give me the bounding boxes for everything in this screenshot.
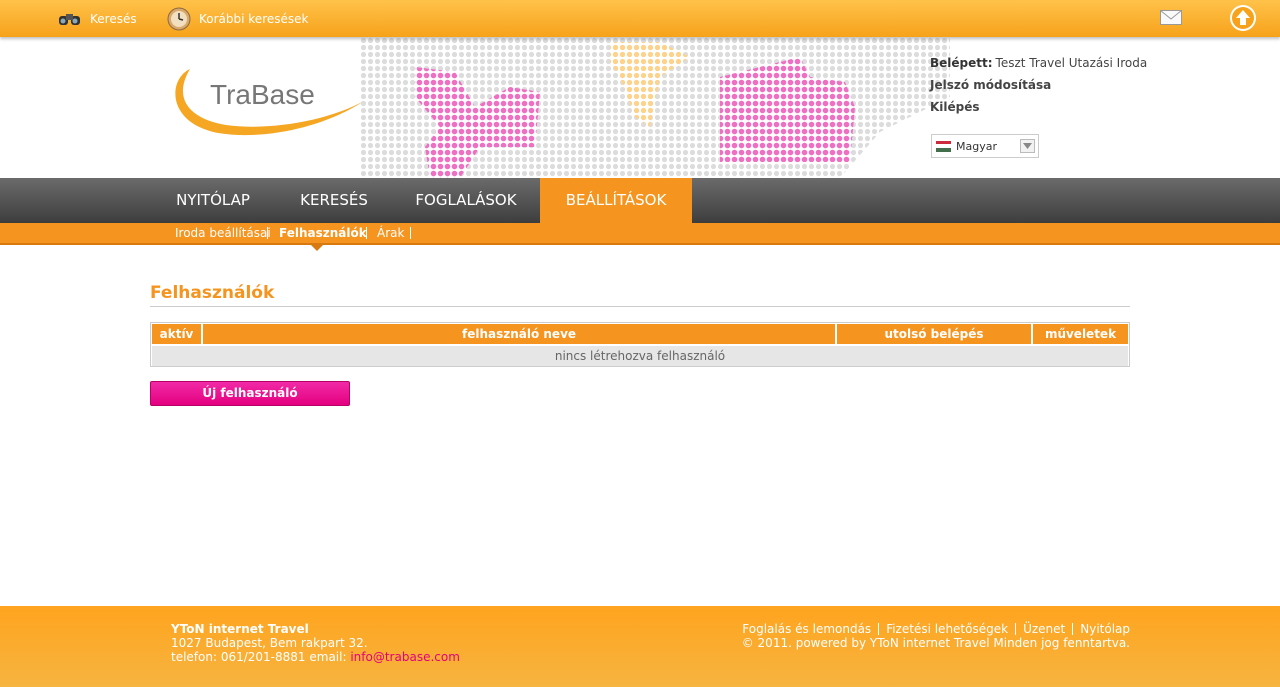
main-nav: NYITÓLAP KERESÉS FOGLALÁSOK BEÁLLÍTÁSOK bbox=[0, 178, 1280, 223]
language-select-value: Magyar bbox=[956, 139, 997, 153]
footer-link-payment-options[interactable]: Fizetési lehetőségek bbox=[886, 622, 1008, 636]
sub-nav: Iroda beállításai Felhasználók Árak bbox=[0, 223, 1280, 245]
footer-links-block: Foglalás és lemondás Fizetési lehetőségek… bbox=[742, 622, 1130, 650]
footer-copyright: © 2011. powered by YToN internet Travel … bbox=[741, 636, 1130, 650]
history-link-label: Korábbi keresések bbox=[199, 11, 309, 26]
nav-item-home[interactable]: NYITÓLAP bbox=[150, 178, 276, 223]
nav-item-search[interactable]: KERESÉS bbox=[276, 178, 392, 223]
footer-divider bbox=[1015, 623, 1017, 635]
language-select[interactable]: Magyar bbox=[931, 134, 1039, 158]
chevron-down-icon[interactable] bbox=[1020, 139, 1035, 153]
top-bar: Keresés Korábbi keresések bbox=[0, 0, 1280, 37]
nav-item-settings[interactable]: BEÁLLÍTÁSOK bbox=[540, 178, 692, 223]
footer-link-home[interactable]: Nyitólap bbox=[1080, 622, 1130, 636]
active-subnav-pointer bbox=[311, 245, 323, 251]
logged-in-name: Teszt Travel Utazási Iroda bbox=[995, 56, 1148, 70]
subnav-divider bbox=[366, 227, 367, 239]
column-header-username[interactable]: felhasználó neve bbox=[203, 324, 835, 344]
clock-icon bbox=[167, 7, 191, 31]
search-link-label: Keresés bbox=[90, 11, 137, 26]
hungarian-flag-icon bbox=[936, 140, 951, 152]
subnav-divider bbox=[410, 227, 411, 239]
new-user-button[interactable]: Új felhasználó bbox=[150, 381, 350, 406]
footer-phone: telefon: 061/201-8881 email: bbox=[171, 650, 347, 664]
footer-email-link[interactable]: info@trabase.com bbox=[350, 650, 460, 664]
footer-address: 1027 Budapest, Bem rakpart 32. bbox=[171, 636, 368, 650]
footer-link-booking-cancellation[interactable]: Foglalás és lemondás bbox=[742, 622, 871, 636]
world-map-decoration bbox=[360, 37, 950, 178]
title-divider bbox=[150, 306, 1130, 307]
footer-company: YToN internet Travel bbox=[171, 622, 309, 636]
search-link[interactable]: Keresés bbox=[58, 0, 137, 37]
arrow-up-icon[interactable] bbox=[1229, 4, 1257, 32]
subnav-item-prices[interactable]: Árak bbox=[377, 223, 404, 243]
footer-divider bbox=[1072, 623, 1074, 635]
column-header-actions: műveletek bbox=[1033, 324, 1128, 344]
page-title: Felhasználók bbox=[150, 283, 275, 303]
table-empty-row: nincs létrehozva felhasználó bbox=[152, 346, 1128, 366]
column-header-last-login[interactable]: utolsó belépés bbox=[837, 324, 1031, 344]
user-box: Belépett: Teszt Travel Utazási Iroda Jels… bbox=[930, 55, 1147, 121]
logged-in-label: Belépett: bbox=[930, 56, 993, 70]
nav-item-bookings[interactable]: FOGLALÁSOK bbox=[392, 178, 540, 223]
trabase-logo[interactable]: TraBase bbox=[168, 65, 368, 145]
footer-divider bbox=[878, 623, 880, 635]
footer: YToN internet Travel 1027 Budapest, Bem … bbox=[0, 606, 1280, 687]
mail-icon[interactable] bbox=[1160, 10, 1182, 25]
logout-link[interactable]: Kilépés bbox=[930, 100, 980, 114]
change-password-link[interactable]: Jelszó módosítása bbox=[930, 78, 1051, 92]
logo-text: TraBase bbox=[210, 79, 315, 110]
history-link[interactable]: Korábbi keresések bbox=[167, 0, 308, 37]
table-header: aktív felhasználó neve utolsó belépés mű… bbox=[152, 324, 1128, 344]
footer-link-message[interactable]: Üzenet bbox=[1023, 622, 1065, 636]
column-header-active[interactable]: aktív bbox=[152, 324, 201, 344]
subnav-divider bbox=[267, 227, 268, 239]
footer-contact: YToN internet Travel 1027 Budapest, Bem … bbox=[171, 622, 460, 664]
subnav-item-users[interactable]: Felhasználók bbox=[279, 223, 367, 243]
users-table: aktív felhasználó neve utolsó belépés mű… bbox=[150, 322, 1130, 367]
header: TraBase Belépett: Teszt Travel Utazási Ir… bbox=[0, 37, 1280, 178]
binoculars-icon bbox=[58, 11, 82, 27]
subnav-item-office-settings[interactable]: Iroda beállításai bbox=[175, 223, 271, 243]
